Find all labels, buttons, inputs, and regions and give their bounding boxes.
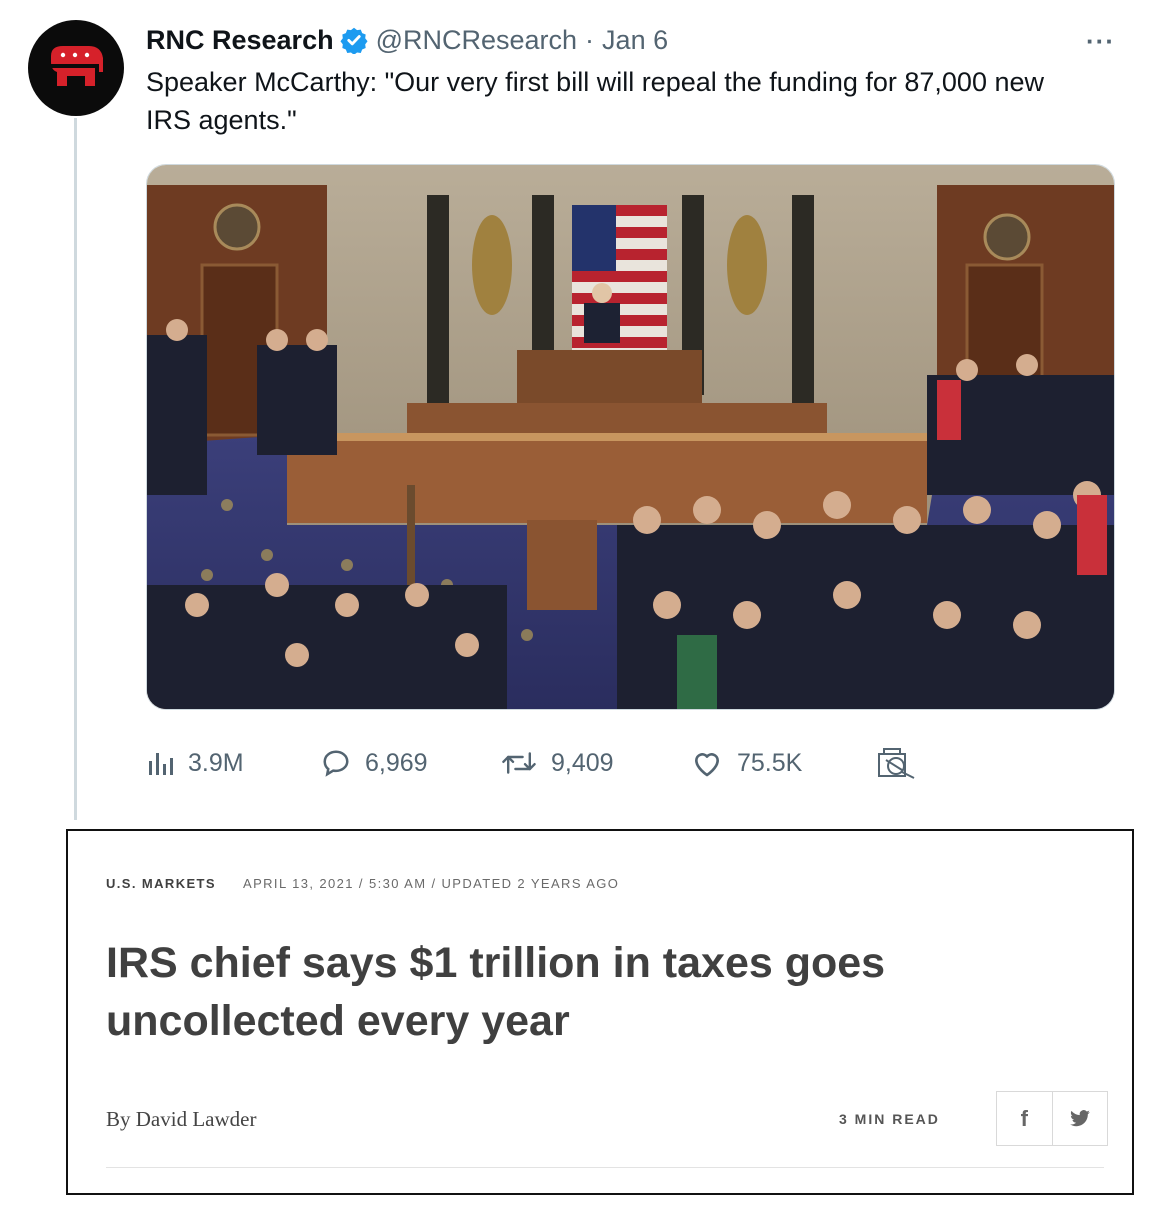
article-meta: U.S. MARKETS APRIL 13, 2021 / 5:30 AM / …: [106, 876, 619, 891]
twitter-share-button[interactable]: [1051, 1092, 1108, 1145]
article-card: U.S. MARKETS APRIL 13, 2021 / 5:30 AM / …: [66, 829, 1134, 1195]
reply-button[interactable]: 6,969: [321, 748, 501, 778]
retweet-icon: [502, 752, 536, 774]
article-byline[interactable]: By David Lawder: [106, 1107, 256, 1132]
heart-icon: [695, 753, 719, 777]
tweet-media-photo[interactable]: [146, 164, 1115, 710]
like-button[interactable]: 75.5K: [691, 748, 876, 778]
tweet-actions: 3.9M 6,969 9,409 75.5K: [146, 740, 924, 786]
tweet-date[interactable]: Jan 6: [602, 25, 668, 56]
thread-line: [74, 118, 77, 820]
article-dateline: APRIL 13, 2021 / 5:30 AM / UPDATED 2 YEA…: [243, 876, 620, 891]
share-buttons: f: [996, 1091, 1108, 1146]
twitter-icon: [1069, 1109, 1090, 1126]
verified-badge-icon: [340, 26, 368, 54]
views-stat[interactable]: 3.9M: [146, 749, 321, 778]
like-count: 75.5K: [737, 748, 803, 777]
gop-elephant-icon: [51, 46, 103, 86]
divider: [106, 1167, 1104, 1168]
retweet-count: 9,409: [551, 748, 614, 777]
facebook-icon: f: [1020, 1105, 1028, 1131]
avatar[interactable]: [28, 20, 124, 116]
share-icon: [878, 748, 915, 779]
analytics-icon: [149, 753, 173, 775]
facebook-share-button[interactable]: f: [997, 1092, 1052, 1145]
reply-count: 6,969: [365, 748, 428, 777]
retweet-button[interactable]: 9,409: [501, 748, 691, 778]
views-count: 3.9M: [188, 748, 244, 777]
article-section[interactable]: U.S. MARKETS: [106, 876, 216, 891]
read-time: 3 MIN READ: [839, 1111, 940, 1127]
house-chamber-photo: [147, 165, 1114, 709]
article-headline: IRS chief says $1 trillion in taxes goes…: [106, 939, 886, 1045]
author-handle[interactable]: @RNCResearch: [376, 25, 577, 56]
header-separator: ·: [585, 24, 595, 55]
share-button[interactable]: [876, 746, 924, 780]
more-icon[interactable]: ···: [1086, 26, 1115, 57]
tweet-text: Speaker McCarthy: "Our very first bill w…: [146, 67, 1044, 135]
reply-icon: [323, 750, 349, 777]
tweet-header: RNC Research @RNCResearch · Jan 6: [146, 22, 668, 58]
author-name[interactable]: RNC Research: [146, 25, 334, 56]
